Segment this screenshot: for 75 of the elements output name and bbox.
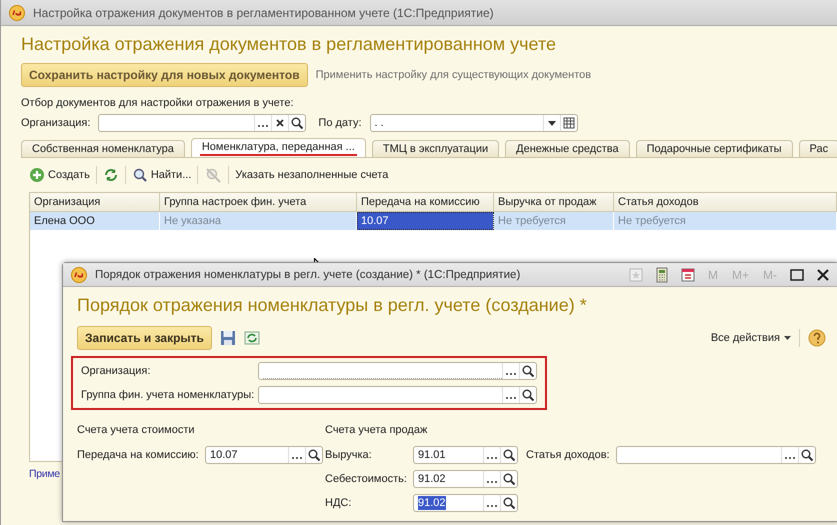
ellipsis-icon[interactable] — [502, 387, 519, 403]
input-field[interactable] — [258, 386, 537, 404]
field-label: Выручка: — [325, 449, 373, 461]
tab[interactable]: Подарочные сертификаты — [636, 140, 793, 157]
input-field[interactable]: 91.02 — [413, 470, 518, 488]
refresh-icon[interactable] — [244, 330, 260, 346]
ellipsis-icon[interactable] — [483, 447, 500, 463]
app-logo-icon — [9, 4, 25, 20]
table-cell: Не требуется — [494, 212, 614, 230]
column-header[interactable]: Выручка от продаж — [494, 193, 614, 212]
search-icon[interactable] — [500, 447, 517, 463]
table-cell: Елена ООО — [30, 212, 160, 230]
column-header[interactable]: Группа настроек фин. учета — [160, 193, 357, 212]
form-heading: Настройка отражения документов в регламентированном учете — [21, 34, 558, 55]
dialog-heading: Порядок отражения номенклатуры в регл. учете (создание) * — [77, 295, 588, 316]
toolbar-button[interactable]: Создать — [29, 167, 90, 183]
help-icon[interactable] — [808, 329, 826, 347]
input-field[interactable] — [98, 114, 306, 132]
search-icon[interactable] — [500, 495, 517, 511]
column-header[interactable]: Организация — [30, 193, 160, 212]
tab[interactable]: ТМЦ в эксплуатации — [372, 140, 500, 157]
app-logo-icon — [71, 266, 87, 282]
field-label: По дату: — [318, 117, 362, 129]
ellipsis-icon[interactable] — [502, 363, 519, 379]
search-icon[interactable] — [519, 363, 536, 379]
ellipsis-icon[interactable] — [483, 471, 500, 487]
all-actions-menu[interactable]: Все действия — [710, 332, 791, 344]
ellipsis-icon[interactable] — [781, 447, 798, 463]
toolbar-button[interactable]: Указать незаполненные счета — [235, 169, 388, 181]
tab[interactable]: Собственная номенклатура — [21, 140, 185, 157]
input-field[interactable] — [258, 362, 537, 380]
save-and-close-button[interactable]: Записать и закрыть — [77, 326, 212, 350]
search-icon[interactable] — [288, 115, 306, 131]
filter-caption: Отбор документов для настройки отражения в учете: — [21, 97, 295, 109]
tab[interactable]: Номенклатура, переданная ... — [190, 138, 366, 157]
add-icon — [29, 167, 45, 183]
input-field[interactable]: . . — [370, 114, 578, 132]
caret-icon — [784, 336, 791, 340]
ellipsis-icon[interactable] — [483, 495, 500, 511]
window-title: Порядок отражения номенклатуры в регл. учете (создание) * (1С:Предприятие) — [95, 268, 520, 280]
table-cell: Не требуется — [614, 212, 837, 230]
apply-settings-link[interactable]: Применить настройку для существующих документов — [316, 69, 592, 81]
calendar-icon[interactable] — [560, 115, 576, 131]
table-cell: 10.07 — [357, 212, 494, 230]
search-icon[interactable] — [798, 447, 815, 463]
field-label: Передача на комиссию: — [77, 449, 200, 461]
field-label: Организация: — [21, 117, 90, 129]
field-label: Себестоимость: — [325, 473, 408, 485]
field-label: Статья доходов: — [526, 449, 611, 461]
input-field[interactable]: 10.07 — [205, 446, 323, 464]
field-label: Организация: — [81, 365, 152, 377]
ellipsis-icon[interactable] — [288, 447, 305, 463]
toolbar-button[interactable]: Найти... — [132, 167, 192, 183]
table-row[interactable]: Елена ООО Не указана 10.07 Не требуется Не требуется — [30, 212, 837, 230]
save-settings-button[interactable]: Сохранить настройку для новых документов — [21, 63, 308, 87]
input-field[interactable] — [616, 446, 816, 464]
save-icon[interactable] — [220, 330, 236, 346]
window-title: Настройка отражения документов в регламентированном учете (1С:Предприятие) — [33, 6, 494, 20]
input-field[interactable]: 91.02 — [413, 494, 518, 512]
tab[interactable]: Рас — [798, 140, 837, 157]
search-icon[interactable] — [305, 447, 322, 463]
column-header[interactable]: Передача на комиссию — [357, 193, 494, 212]
search-icon[interactable] — [519, 387, 536, 403]
section-caption: Счета учета стоимости — [77, 424, 196, 436]
refresh-icon[interactable] — [102, 167, 119, 183]
tab[interactable]: Денежные средства — [505, 140, 630, 157]
input-field[interactable]: 91.01 — [413, 446, 518, 464]
column-header[interactable]: Статья доходов — [614, 193, 837, 212]
search-icon[interactable] — [500, 471, 517, 487]
apply-link[interactable]: Приме — [29, 468, 60, 480]
calendar-icon[interactable] — [678, 266, 697, 284]
field-label: Группа фин. учета номенклатуры: — [81, 389, 256, 401]
field-label: НДС: — [325, 497, 352, 509]
section-caption: Счета учета продаж — [325, 424, 428, 436]
search-icon — [132, 167, 148, 183]
